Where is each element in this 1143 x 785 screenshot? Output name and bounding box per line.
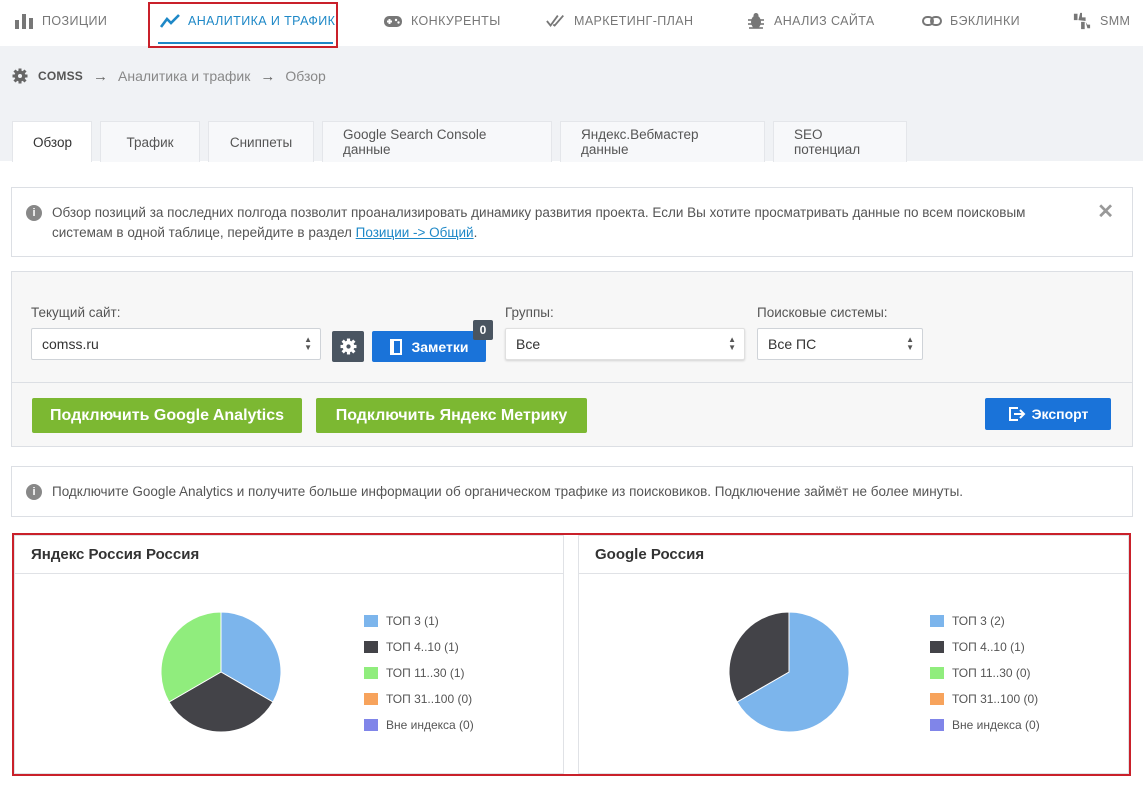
groups-select[interactable]: Все ▲ ▼ <box>505 328 745 360</box>
site-select-value: comss.ru <box>42 336 99 352</box>
tab-bar: Обзор Трафик Сниппеты Google Search Cons… <box>12 121 907 162</box>
nav-label: Маркетинг-план <box>574 14 694 28</box>
tab-snippets[interactable]: Сниппеты <box>208 121 314 162</box>
nav-label: SMM <box>1100 14 1131 28</box>
nav-item-positions[interactable]: Позиции <box>14 0 107 42</box>
thumbs-icon <box>1073 12 1091 30</box>
info-icon: i <box>26 484 42 500</box>
positions-general-link[interactable]: Позиции -> Общий <box>356 225 474 240</box>
tab-traffic[interactable]: Трафик <box>100 121 200 162</box>
notebook-icon <box>389 338 402 355</box>
search-engines-label: Поисковые системы: <box>757 305 888 320</box>
breadcrumb-section[interactable]: Аналитика и трафик <box>118 68 250 84</box>
export-icon <box>1008 407 1026 421</box>
info-icon: i <box>26 205 42 221</box>
groups-label: Группы: <box>505 305 554 320</box>
nav-label: Бэклинки <box>950 14 1021 28</box>
tab-seo-potential[interactable]: SEO потенциал <box>773 121 907 162</box>
site-select[interactable]: comss.ru ▲ ▼ <box>31 328 321 360</box>
notice-text: Подключите Google Analytics и получите б… <box>52 484 964 499</box>
export-label: Экспорт <box>1031 406 1089 422</box>
breadcrumb-current: Обзор <box>285 68 326 84</box>
notes-label: Заметки <box>411 338 469 355</box>
search-engines-value: Все ПС <box>768 336 817 352</box>
notes-button[interactable]: Заметки <box>372 331 486 362</box>
close-icon[interactable]: ✕ <box>1097 202 1114 222</box>
notice-text: Обзор позиций за последних полгода позво… <box>52 205 1026 240</box>
nav-item-marketing-plan[interactable]: Маркетинг-план <box>546 0 693 42</box>
bar-chart-icon <box>15 14 33 29</box>
divider <box>12 382 1132 383</box>
select-caret-icon: ▲ ▼ <box>304 335 312 352</box>
double-check-icon <box>546 14 564 28</box>
highlight-frame <box>148 2 338 48</box>
current-site-label: Текущий сайт: <box>31 305 121 320</box>
nav-item-competitors[interactable]: Конкуренты <box>383 0 501 42</box>
notice-suffix: . <box>473 225 478 240</box>
export-button[interactable]: Экспорт <box>985 398 1111 430</box>
gear-icon <box>340 338 356 355</box>
breadcrumb: COMSS → Аналитика и трафик → Обзор <box>12 66 326 86</box>
arrow-right-icon: → <box>260 67 276 85</box>
connect-google-analytics-button[interactable]: Подключить Google Analytics <box>32 398 302 433</box>
highlight-frame <box>12 533 1131 776</box>
tab-yandex-webmaster[interactable]: Яндекс.Вебмастер данные <box>560 121 765 162</box>
nav-item-backlinks[interactable]: Бэклинки <box>922 0 1020 42</box>
notes-count-badge: 0 <box>473 320 493 340</box>
breadcrumb-site[interactable]: COMSS <box>38 69 83 83</box>
groups-select-value: Все <box>516 336 541 352</box>
site-settings-button[interactable] <box>332 331 364 362</box>
filter-panel: Текущий сайт: comss.ru ▲ ▼ Заметки 0 Груп… <box>11 271 1133 447</box>
tab-overview[interactable]: Обзор <box>12 121 92 162</box>
info-notice: i Обзор позиций за последних полгода поз… <box>11 187 1133 257</box>
nav-item-site-audit[interactable]: Анализ сайта <box>746 0 875 42</box>
nav-item-smm[interactable]: SMM <box>1072 0 1130 42</box>
link-icon <box>922 16 942 26</box>
arrow-right-icon: → <box>93 67 109 85</box>
connect-yandex-metrika-button[interactable]: Подключить Яндекс Метрику <box>316 398 587 433</box>
nav-label: Конкуренты <box>411 14 501 28</box>
select-caret-icon: ▲ ▼ <box>728 335 736 352</box>
gear-icon <box>12 68 28 84</box>
tab-google-search-console[interactable]: Google Search Console данные <box>322 121 552 162</box>
analytics-notice: i Подключите Google Analytics и получите… <box>11 466 1133 517</box>
select-caret-icon: ▲ ▼ <box>906 335 914 352</box>
search-engines-select[interactable]: Все ПС ▲ ▼ <box>757 328 923 360</box>
nav-label: Позиции <box>42 14 108 28</box>
bug-icon <box>748 13 764 29</box>
nav-label: Анализ сайта <box>774 14 875 28</box>
gamepad-icon <box>384 16 402 27</box>
